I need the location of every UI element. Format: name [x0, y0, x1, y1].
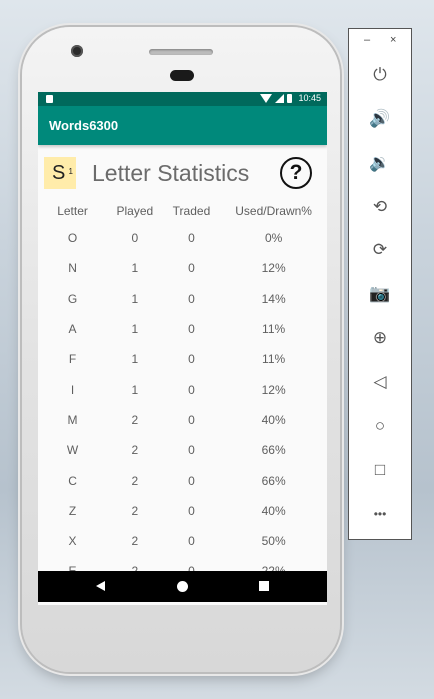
cell-used-drawn: 12%: [261, 261, 286, 276]
navigation-bar: [38, 571, 327, 602]
rotate-right-icon[interactable]: ⟳: [363, 235, 397, 265]
cell-used-drawn: 14%: [261, 291, 286, 306]
cell-traded: 0: [188, 503, 195, 518]
help-symbol: ?: [289, 161, 303, 184]
cell-traded: 0: [188, 322, 195, 337]
cell-used-drawn: 40%: [261, 503, 286, 518]
table-row: I 1 0 12%: [38, 374, 327, 404]
table-row: O 0 0 0%: [38, 223, 327, 253]
cell-used-drawn: 50%: [261, 534, 286, 549]
device-screen: 10:45 Words6300 S 1 Letter Statistics ? …: [38, 92, 327, 605]
app-bar: Words6300: [38, 106, 327, 145]
cell-used-drawn: 40%: [261, 412, 286, 427]
cell-played: 2: [131, 534, 139, 549]
cell-used-drawn: 66%: [261, 473, 286, 488]
front-camera: [71, 45, 83, 57]
status-time: 10:45: [298, 93, 321, 103]
cell-letter: O: [67, 231, 78, 246]
emulator-toolbar: – × ⏻ 🔊 🔉 ⟲ ⟳ 📷 ⊕ ◁ ○ □ •••: [348, 28, 412, 540]
cell-letter: M: [67, 412, 78, 427]
letter-tile: S 1: [44, 157, 76, 189]
table-row: G 1 0 14%: [38, 284, 327, 314]
tile-value: 1: [68, 167, 73, 176]
cell-letter: X: [68, 534, 77, 549]
minimize-button[interactable]: –: [364, 34, 370, 46]
cell-played: 1: [131, 322, 139, 337]
column-header-traded: Traded: [172, 204, 211, 218]
cell-traded: 0: [188, 231, 195, 246]
cell-played: 1: [131, 352, 139, 367]
volume-up-icon[interactable]: 🔊: [363, 104, 397, 134]
proximity-sensor: [170, 70, 194, 81]
signal-icon: [275, 93, 285, 103]
cell-letter: G: [67, 291, 78, 306]
cell-letter: W: [66, 443, 79, 458]
cell-letter: C: [68, 473, 77, 488]
camera-icon[interactable]: 📷: [363, 279, 397, 309]
cell-played: 1: [131, 382, 139, 397]
cell-used-drawn: 11%: [262, 352, 286, 367]
nav-recents-icon[interactable]: [259, 581, 269, 591]
home-icon[interactable]: ○: [363, 411, 397, 441]
table-row: W 2 0 66%: [38, 435, 327, 465]
table-row: C 2 0 66%: [38, 465, 327, 495]
stats-header: S 1 Letter Statistics ?: [38, 145, 327, 199]
cell-letter: I: [70, 382, 75, 397]
page-title: Letter Statistics: [92, 160, 250, 186]
cell-used-drawn: 66%: [261, 443, 286, 458]
cell-traded: 0: [188, 412, 195, 427]
cell-traded: 0: [188, 261, 195, 276]
column-header-letter: Letter: [57, 204, 88, 218]
cell-traded: 0: [188, 534, 195, 549]
volume-down-icon[interactable]: 🔉: [363, 148, 397, 178]
cell-used-drawn: 11%: [262, 322, 286, 337]
cell-played: 2: [131, 503, 139, 518]
cell-played: 1: [131, 291, 139, 306]
table-row: Z 2 0 40%: [38, 496, 327, 526]
cell-traded: 0: [188, 473, 195, 488]
column-header-used-drawn: Used/Drawn%: [235, 204, 312, 218]
table-row: N 1 0 12%: [38, 253, 327, 283]
cell-played: 2: [131, 443, 139, 458]
cell-used-drawn: 0%: [264, 231, 283, 246]
cell-played: 2: [131, 412, 139, 427]
battery-icon: [287, 93, 293, 103]
cell-letter: Z: [68, 503, 77, 518]
back-icon[interactable]: ◁: [363, 367, 397, 397]
cell-used-drawn: 12%: [261, 382, 286, 397]
cell-letter: N: [68, 261, 77, 276]
sd-card-icon: [46, 95, 53, 103]
rotate-left-icon[interactable]: ⟲: [363, 192, 397, 222]
wifi-icon: [260, 93, 273, 103]
earpiece-speaker: [149, 49, 213, 55]
zoom-icon[interactable]: ⊕: [363, 323, 397, 353]
overview-icon[interactable]: □: [363, 455, 397, 485]
column-header-played: Played: [116, 204, 154, 218]
table-header-row: Letter Played Traded Used/Drawn%: [38, 199, 327, 223]
tile-letter: S: [52, 162, 66, 184]
close-button[interactable]: ×: [390, 34, 396, 46]
table-row: M 2 0 40%: [38, 405, 327, 435]
cell-played: 1: [131, 261, 139, 276]
cell-traded: 0: [188, 443, 195, 458]
cell-traded: 0: [188, 382, 195, 397]
cell-traded: 0: [188, 352, 195, 367]
more-icon[interactable]: •••: [363, 499, 397, 529]
nav-back-icon[interactable]: [96, 581, 105, 591]
table-row: A 1 0 11%: [38, 314, 327, 344]
cell-traded: 0: [188, 291, 195, 306]
cell-played: 0: [131, 231, 139, 246]
status-bar: 10:45: [38, 92, 327, 106]
power-icon[interactable]: ⏻: [363, 60, 397, 90]
nav-home-icon[interactable]: [177, 581, 188, 592]
table-row: X 2 0 50%: [38, 526, 327, 556]
letter-stats-table: Letter Played Traded Used/Drawn% O 0 0 0% N…: [38, 199, 327, 587]
cell-letter: A: [68, 322, 77, 337]
cell-played: 2: [131, 473, 139, 488]
cell-letter: F: [68, 352, 77, 367]
help-icon[interactable]: ?: [280, 157, 312, 189]
table-row: F 1 0 11%: [38, 344, 327, 374]
app-title: Words6300: [49, 118, 119, 133]
